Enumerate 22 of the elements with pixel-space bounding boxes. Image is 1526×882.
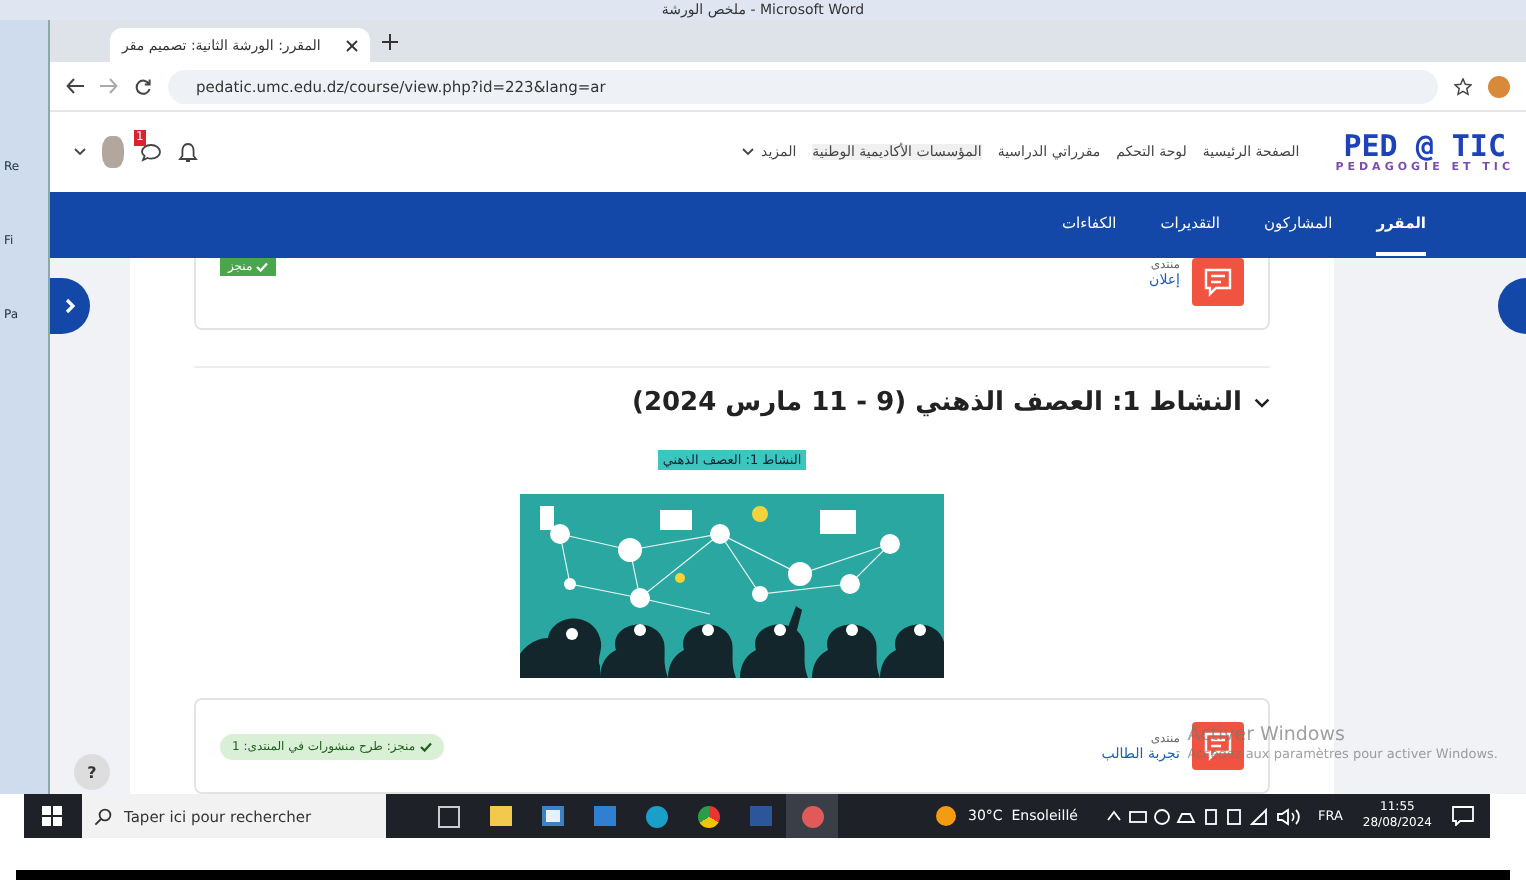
chevron-right-icon (64, 298, 76, 314)
windows-start-icon[interactable] (42, 806, 62, 826)
chat-icon[interactable] (140, 142, 162, 162)
notification-icon[interactable] (1452, 806, 1474, 826)
help-button[interactable]: ? (74, 754, 110, 790)
bell-icon[interactable] (178, 141, 198, 163)
drawer-toggle-button[interactable] (50, 278, 90, 334)
close-icon[interactable] (346, 39, 358, 51)
back-icon[interactable] (66, 78, 84, 94)
reload-icon[interactable] (134, 77, 152, 95)
profile-icon[interactable] (1488, 75, 1510, 97)
caret-icon[interactable] (741, 148, 754, 156)
app-icon[interactable] (786, 794, 838, 838)
search-icon (94, 807, 112, 825)
new-tab-icon[interactable] (382, 33, 398, 49)
collapse-icon[interactable] (1254, 398, 1270, 409)
sun-icon (936, 806, 957, 826)
drawer-toggle-button[interactable] (1498, 278, 1526, 334)
system-tray-icons[interactable] (1105, 807, 1306, 825)
section-title: النشاط 1: العصف الذهني (9 - 11 مارس 2024) (632, 388, 1242, 419)
caret-icon[interactable] (74, 148, 86, 156)
star-icon[interactable] (1454, 77, 1472, 95)
